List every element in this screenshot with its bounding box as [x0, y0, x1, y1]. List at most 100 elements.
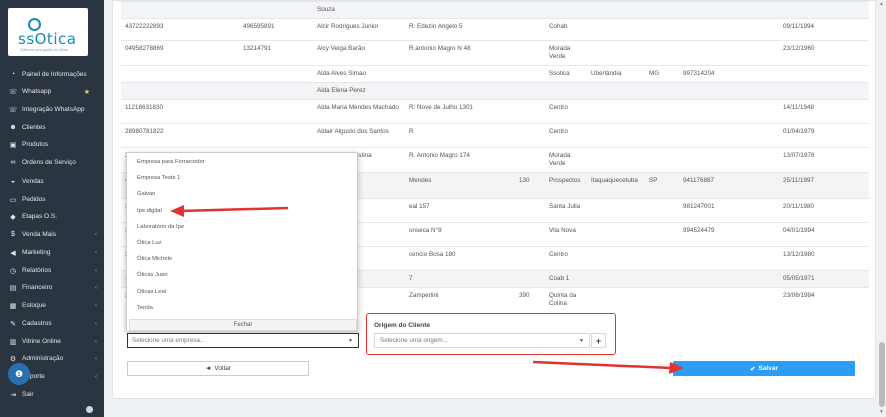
dropdown-option[interactable]: Ipe.digital — [137, 208, 162, 214]
table-cell: 13/07/1978 — [779, 147, 869, 173]
table-cell: 13/12/1980 — [779, 246, 869, 271]
sidebar-item-sair[interactable]: ⇥ Sair — [0, 386, 104, 403]
company-select[interactable]: Selecione uma empresa... ▼ — [127, 333, 359, 348]
table-cell — [405, 1, 515, 19]
dropdown-option[interactable]: Oticas Leal — [137, 289, 166, 295]
sidebar-item-estoque[interactable]: ▦ Estoque ‹ — [0, 297, 104, 314]
star-icon: ★ — [83, 88, 90, 96]
table-cell — [679, 270, 779, 288]
table-cell: Centro — [545, 246, 587, 271]
sidebar-item-vendas[interactable]: ◒ Vendas — [0, 173, 104, 190]
table-cell: 997314204 — [679, 65, 779, 83]
dropdown-option[interactable]: Empresa Teste 1 — [137, 175, 180, 181]
table-row[interactable]: Souza — [121, 1, 869, 19]
logo[interactable]: ssOtica Software para gestão de óticas — [8, 8, 88, 56]
table-cell: MG — [645, 65, 679, 83]
table-cell: 994524479 — [679, 222, 779, 247]
table-row[interactable]: Alda Alves Simao Ssotica Uberlândia MG 99731… — [121, 65, 869, 83]
sidebar-item-label: Venda Mais — [22, 231, 56, 238]
dropdown-option[interactable]: Galvao — [137, 191, 155, 197]
table-cell — [645, 18, 679, 41]
table-cell: cencio Bosa 180 — [405, 246, 515, 271]
table-cell — [121, 1, 239, 19]
cogs-icon: ⚙ — [9, 355, 17, 363]
table-cell — [515, 65, 545, 83]
origem-select-placeholder: Selecione uma origem... — [380, 337, 448, 344]
sidebar-item-integra-o-whatsapp[interactable]: ☏ Integração WhatsApp — [0, 101, 104, 118]
scroll-up-icon[interactable]: ▲ — [879, 1, 884, 7]
table-cell — [587, 40, 645, 66]
table-cell — [587, 246, 645, 271]
table-cell — [121, 65, 239, 83]
table-cell: Centro — [545, 123, 587, 148]
scroll-down-icon[interactable]: ▼ — [879, 409, 884, 415]
table-cell: Mendes — [405, 172, 515, 199]
table-cell: Zamperlini — [405, 287, 515, 312]
table-cell: 981247001 — [679, 198, 779, 223]
table-cell: Alda Elena Perez — [313, 82, 405, 100]
table-cell: Centro — [545, 99, 587, 124]
dropdown-option[interactable]: Tenda — [137, 305, 153, 311]
table-cell — [515, 198, 545, 223]
table-row[interactable]: 04958278869 13214791 Alcy Veiga Barão R.ant… — [121, 40, 869, 66]
whatsapp-icon: ☏ — [8, 88, 18, 96]
origem-label: Origem do Cliente — [374, 322, 430, 329]
sidebar-item-vitrine-online[interactable]: ▥ Vitrine Online ‹ — [0, 333, 104, 350]
sidebar-item-whatsapp[interactable]: ☏ Whatsapp ★ — [0, 83, 104, 100]
save-button[interactable]: ✔ Salvar — [673, 361, 855, 376]
sidebar-item-produtos[interactable]: ▣ Produtos — [0, 136, 104, 153]
table-row[interactable]: Alda Elena Perez — [121, 82, 869, 100]
table-cell — [679, 287, 779, 312]
sidebar-item-etapas-o-s-[interactable]: ◆ Etapas O.S. — [0, 208, 104, 225]
dropdown-option[interactable]: Laboratório da Ipe — [137, 224, 184, 230]
sidebar-item-label: Ordens de Serviço — [22, 159, 76, 166]
sidebar-item-cadastros[interactable]: ✎ Cadastros ‹ — [0, 315, 104, 332]
table-cell: 14/11/1948 — [779, 99, 869, 124]
table-cell — [645, 198, 679, 223]
table-cell — [779, 82, 869, 100]
sidebar-item-financeiro[interactable]: ▤ Financeiro ‹ — [0, 279, 104, 296]
sidebar-item-label: Painel de Informações — [22, 71, 87, 78]
table-cell: Alcir Rodrigues Junior — [313, 18, 405, 41]
chevron-down-icon: ▼ — [579, 337, 584, 344]
dropdown-option[interactable]: Ótica Michele — [137, 256, 172, 262]
table-cell: 130 — [515, 172, 545, 199]
sidebar-item-pedidos[interactable]: ▭ Pedidos — [0, 191, 104, 208]
table-row[interactable]: 11218631830 Alda Maria Mendes Machado R: N… — [121, 99, 869, 124]
scroll-thumb[interactable] — [879, 342, 885, 407]
origem-select[interactable]: Selecione uma origem... ▼ — [374, 333, 590, 348]
stock-icon: ▦ — [9, 302, 17, 310]
table-cell — [587, 123, 645, 148]
sidebar-item-relat-rios[interactable]: ◷ Relatórios ‹ — [0, 262, 104, 279]
dropdown-close-button[interactable]: Fechar — [129, 319, 357, 331]
help-chat-icon[interactable]: ❶ — [8, 363, 30, 385]
table-cell: 23/12/1960 — [779, 40, 869, 66]
sidebar: ssOtica Software para gestão de óticas ◔… — [0, 0, 104, 417]
settings-dot-icon[interactable] — [86, 406, 93, 413]
dropdown-option[interactable]: Ótica Luz — [137, 240, 162, 246]
back-button[interactable]: ◄ Voltar — [127, 361, 309, 376]
table-cell — [239, 82, 313, 100]
table-cell — [515, 1, 545, 19]
table-cell — [645, 123, 679, 148]
dropdown-option[interactable]: Empresa para Fornecedor — [137, 159, 205, 165]
table-cell — [515, 222, 545, 247]
sidebar-item-marketing[interactable]: ◀ Marketing ‹ — [0, 244, 104, 261]
back-button-label: Voltar — [214, 365, 232, 372]
table-row[interactable]: 43722222893 496595891 Alcir Rodrigues Juni… — [121, 18, 869, 41]
add-origem-button[interactable]: + — [591, 333, 606, 348]
page-scrollbar[interactable]: ▲ ▼ — [878, 0, 886, 417]
chevron-left-icon: ‹ — [95, 373, 97, 380]
table-cell — [587, 287, 645, 312]
dollar-icon: $ — [11, 231, 15, 238]
sidebar-item-ordens-de-servi-o[interactable]: ∞ Ordens de Serviço — [0, 154, 104, 171]
table-row[interactable]: 28980781822 Aldair Algusto dos Santos R Cen… — [121, 123, 869, 148]
sidebar-item-venda-mais[interactable]: $ Venda Mais ‹ — [0, 226, 104, 243]
table-cell — [587, 18, 645, 41]
logo-text: ssOtica — [18, 30, 77, 48]
sidebar-item-label: Integração WhatsApp — [22, 106, 85, 113]
dropdown-option[interactable]: Óticas Juan — [137, 272, 168, 278]
sidebar-item-painel-de-informa-es[interactable]: ◔ Painel de Informações — [0, 66, 104, 83]
sidebar-item-clientes[interactable]: ☻ Clientes — [0, 119, 104, 136]
table-cell: 20/11/1980 — [779, 198, 869, 223]
